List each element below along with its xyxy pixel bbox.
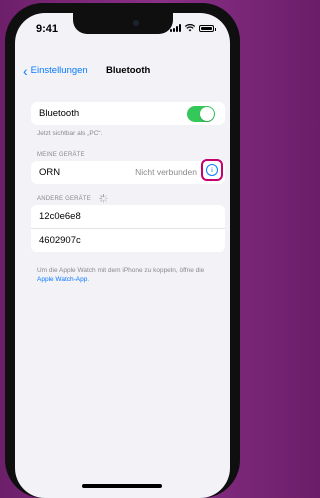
- device-name: 12c0e6e8: [39, 211, 81, 222]
- other-devices-label: ANDERE GERÄTE: [37, 196, 91, 203]
- device-row[interactable]: ORN Nicht verbunden i: [31, 159, 225, 184]
- signal-icon: [170, 24, 181, 32]
- status-icons: [170, 24, 216, 32]
- footer-text: Um die Apple Watch mit dem iPhone zu kop…: [37, 267, 205, 274]
- footer-period: .: [87, 276, 90, 283]
- bluetooth-row: Bluetooth: [31, 102, 225, 125]
- my-devices-group: ORN Nicht verbunden i: [31, 159, 225, 184]
- home-indicator[interactable]: [82, 484, 162, 488]
- camera: [133, 20, 139, 26]
- bluetooth-group: Bluetooth: [31, 102, 225, 125]
- back-button[interactable]: ‹ Einstellungen: [23, 62, 88, 79]
- visibility-caption: Jetzt sichtbar als „PC“.: [37, 130, 103, 137]
- other-devices-header: ANDERE GERÄTE: [37, 194, 108, 203]
- battery-icon: [199, 24, 216, 32]
- device-name: ORN: [39, 167, 61, 178]
- info-button-highlight[interactable]: i: [201, 159, 223, 181]
- other-devices-group: 12c0e6e8 4602907c: [31, 205, 225, 252]
- device-status: Nicht verbunden: [135, 167, 197, 177]
- info-icon[interactable]: i: [206, 164, 218, 176]
- wifi-icon: [185, 24, 195, 32]
- device-row[interactable]: 4602907c: [31, 228, 225, 252]
- apple-watch-app-link[interactable]: Apple Watch-App: [37, 276, 87, 283]
- back-label: Einstellungen: [30, 65, 88, 76]
- status-time: 9:41: [36, 23, 59, 35]
- my-devices-header: MEINE GERÄTE: [37, 152, 85, 158]
- screen: 9:41 ‹ Einstellungen Bluetooth Bluetooth…: [15, 13, 230, 498]
- device-row[interactable]: 12c0e6e8: [31, 205, 225, 228]
- navigation-bar: ‹ Einstellungen Bluetooth: [15, 63, 230, 83]
- bluetooth-toggle[interactable]: [187, 106, 215, 122]
- page-title: Bluetooth: [106, 65, 151, 76]
- chevron-left-icon: ‹: [23, 62, 28, 79]
- notch: [73, 13, 173, 34]
- bluetooth-label: Bluetooth: [39, 108, 80, 119]
- loading-spinner-icon: [99, 194, 108, 203]
- footer-note: Um die Apple Watch mit dem iPhone zu kop…: [37, 266, 217, 284]
- device-name: 4602907c: [39, 235, 81, 246]
